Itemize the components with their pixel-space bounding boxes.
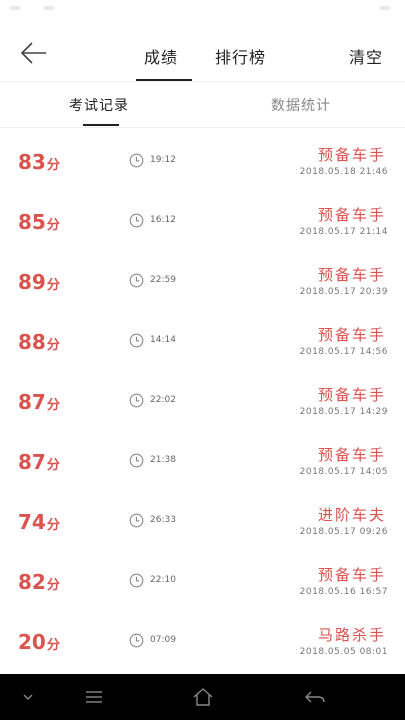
exam-datetime: 2018.05.05 08:01 [299, 647, 388, 657]
clock-icon [129, 633, 144, 648]
score-number: 83 [18, 150, 46, 174]
rank-title: 马路杀手 [317, 626, 386, 644]
exam-datetime: 2018.05.18 21:46 [299, 167, 388, 177]
clear-button[interactable]: 清空 [349, 44, 383, 68]
status-indicator [380, 6, 390, 10]
score-value: 20分 [18, 630, 60, 658]
exam-record-list: 83分 19:12 预备车手 2018.05.18 21:46 85分 16:12 预备车手… [0, 130, 405, 670]
score-unit: 分 [46, 458, 60, 473]
score-unit: 分 [46, 398, 60, 413]
score-number: 82 [18, 570, 46, 594]
exam-datetime: 2018.05.17 20:39 [299, 287, 388, 297]
score-number: 85 [18, 210, 46, 234]
tab-leaderboard[interactable]: 排行榜 [215, 44, 266, 68]
rank-title: 预备车手 [317, 146, 386, 164]
rank-title: 预备车手 [317, 206, 386, 224]
score-unit: 分 [46, 278, 60, 293]
back-icon [305, 691, 325, 703]
exam-datetime: 2018.05.17 14:29 [299, 407, 388, 417]
score-unit: 分 [46, 638, 60, 653]
record-row[interactable]: 87分 22:02 预备车手 2018.05.17 14:29 [0, 370, 405, 430]
active-tab-indicator [136, 79, 192, 81]
score-unit: 分 [46, 518, 60, 533]
status-bar [0, 0, 405, 18]
clock-icon [129, 393, 144, 408]
chevron-down-icon [23, 694, 33, 700]
score-number: 87 [18, 390, 46, 414]
score-unit: 分 [46, 578, 60, 593]
nav-home-button[interactable] [191, 686, 215, 708]
rank-title: 预备车手 [317, 266, 386, 284]
record-row[interactable]: 83分 19:12 预备车手 2018.05.18 21:46 [0, 130, 405, 190]
rank-title: 预备车手 [317, 386, 386, 404]
record-row[interactable]: 85分 16:12 预备车手 2018.05.17 21:14 [0, 190, 405, 250]
score-value: 89分 [18, 270, 60, 298]
rank-title: 预备车手 [317, 326, 386, 344]
score-value: 74分 [18, 510, 60, 538]
clock-icon [129, 513, 144, 528]
exam-datetime: 2018.05.17 14:05 [299, 467, 388, 477]
active-subtab-indicator [83, 124, 119, 126]
top-header: 成绩 排行榜 清空 [0, 18, 405, 82]
exam-datetime: 2018.05.17 14:56 [299, 347, 388, 357]
nav-collapse-button[interactable] [16, 686, 40, 708]
score-number: 88 [18, 330, 46, 354]
tab-exam-records[interactable]: 考试记录 [69, 95, 129, 115]
score-unit: 分 [46, 158, 60, 173]
sub-tab-bar: 考试记录 数据统计 [0, 82, 405, 128]
score-number: 20 [18, 630, 46, 654]
exam-datetime: 2018.05.16 16:57 [299, 587, 388, 597]
clock-icon [129, 453, 144, 468]
arrow-left-icon [20, 42, 46, 64]
exam-duration: 19:12 [150, 155, 176, 165]
record-row[interactable]: 82分 22:10 预备车手 2018.05.16 16:57 [0, 550, 405, 610]
clock-icon [129, 273, 144, 288]
clock-icon [129, 333, 144, 348]
status-indicator [44, 6, 54, 10]
menu-icon [86, 691, 102, 703]
tab-data-statistics[interactable]: 数据统计 [271, 95, 331, 115]
rank-title: 预备车手 [317, 446, 386, 464]
rank-title: 进阶车夫 [317, 506, 386, 524]
exam-duration: 22:10 [150, 575, 176, 585]
clock-icon [129, 213, 144, 228]
exam-duration: 14:14 [150, 335, 176, 345]
exam-datetime: 2018.05.17 21:14 [299, 227, 388, 237]
score-number: 74 [18, 510, 46, 534]
record-row[interactable]: 74分 26:33 进阶车夫 2018.05.17 09:26 [0, 490, 405, 550]
home-icon [193, 688, 213, 706]
record-row[interactable]: 88分 14:14 预备车手 2018.05.17 14:56 [0, 310, 405, 370]
score-number: 89 [18, 270, 46, 294]
exam-duration: 22:02 [150, 395, 176, 405]
tab-grades[interactable]: 成绩 [144, 44, 178, 68]
exam-duration: 16:12 [150, 215, 176, 225]
score-value: 85分 [18, 210, 60, 238]
score-value: 88分 [18, 330, 60, 358]
record-row[interactable]: 89分 22:59 预备车手 2018.05.17 20:39 [0, 250, 405, 310]
exam-duration: 21:38 [150, 455, 176, 465]
exam-duration: 22:59 [150, 275, 176, 285]
back-button[interactable] [18, 38, 50, 68]
status-indicator [10, 6, 20, 10]
exam-duration: 26:33 [150, 515, 176, 525]
clock-icon [129, 153, 144, 168]
rank-title: 预备车手 [317, 566, 386, 584]
clock-icon [129, 573, 144, 588]
record-row[interactable]: 20分 07:09 马路杀手 2018.05.05 08:01 [0, 610, 405, 670]
score-number: 87 [18, 450, 46, 474]
exam-duration: 07:09 [150, 635, 176, 645]
score-value: 87分 [18, 450, 60, 478]
system-navigation-bar [0, 674, 405, 720]
exam-datetime: 2018.05.17 09:26 [299, 527, 388, 537]
score-value: 83分 [18, 150, 60, 178]
record-row[interactable]: 87分 21:38 预备车手 2018.05.17 14:05 [0, 430, 405, 490]
score-unit: 分 [46, 218, 60, 233]
score-value: 87分 [18, 390, 60, 418]
score-unit: 分 [46, 338, 60, 353]
nav-back-button[interactable] [303, 686, 327, 708]
score-value: 82分 [18, 570, 60, 598]
nav-menu-button[interactable] [82, 686, 106, 708]
